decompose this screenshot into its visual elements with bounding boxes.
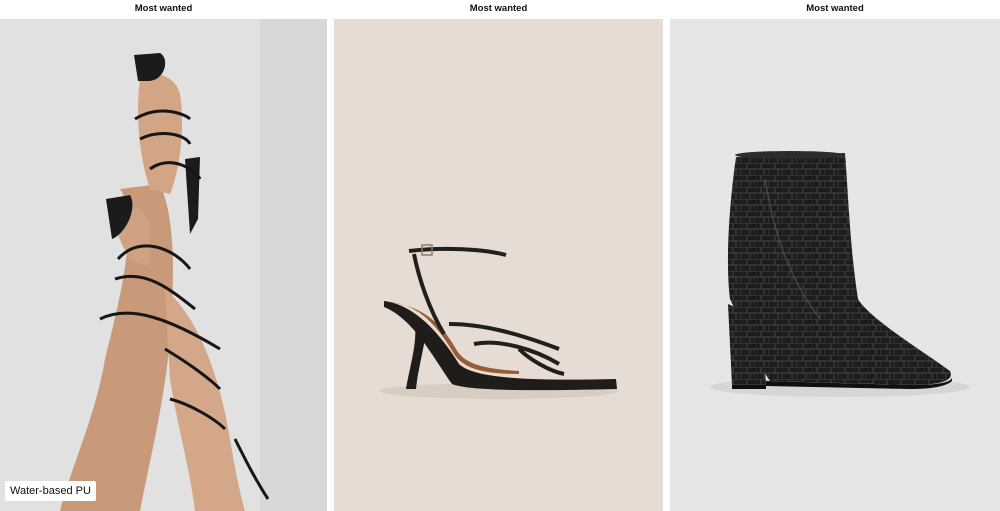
strappy-sandal-illustration [334,19,663,511]
product-card[interactable]: Most wanted [0,0,327,511]
most-wanted-badge: Most wanted [334,0,663,25]
croc-ankle-boot-illustration [670,19,1000,511]
product-card[interactable]: Most wanted [334,0,663,511]
most-wanted-badge: Most wanted [0,0,327,25]
product-image[interactable]: Water-based PU [0,19,327,511]
material-tag: Water-based PU [5,481,96,501]
lace-up-sandal-illustration [0,19,327,511]
product-image[interactable] [670,19,1000,511]
product-card[interactable]: Most wanted [670,0,1000,511]
product-grid: Most wanted Water-based PU Most wanted M… [0,0,1000,511]
product-image[interactable] [334,19,663,511]
most-wanted-badge: Most wanted [670,0,1000,25]
